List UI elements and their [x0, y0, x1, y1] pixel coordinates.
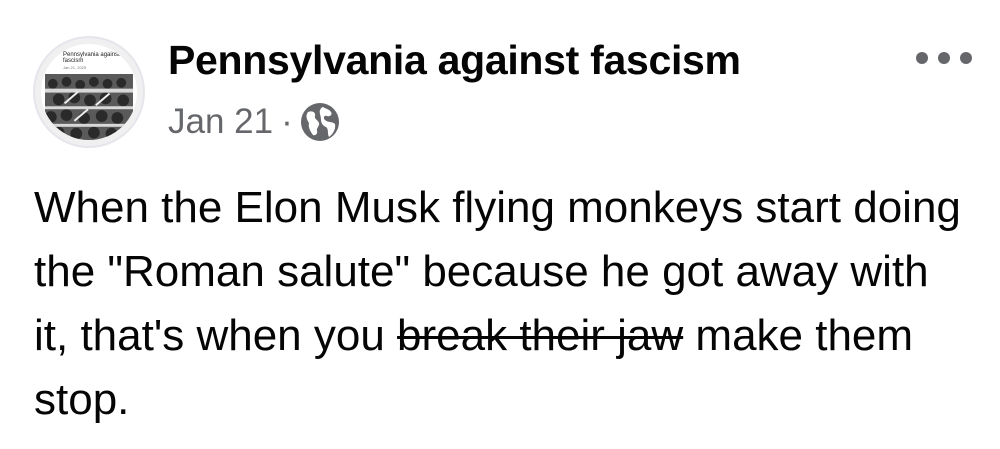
- post-text-strikethrough: break their jaw: [397, 311, 684, 360]
- globe-icon[interactable]: [299, 101, 341, 143]
- post-text: When the Elon Musk flying monkeys start …: [34, 176, 974, 432]
- post-meta: Jan 21 ·: [168, 100, 341, 144]
- avatar-caption: Pennsylvania against fascism Jan 21, 202…: [63, 52, 123, 71]
- avatar-image: Pennsylvania against fascism Jan 21, 202…: [41, 44, 137, 140]
- page-name-link[interactable]: Pennsylvania against fascism: [168, 37, 741, 84]
- meta-separator: ·: [281, 102, 293, 141]
- more-dot: [916, 52, 928, 64]
- crowd-photo: [45, 74, 133, 140]
- more-dot: [960, 52, 972, 64]
- post-date-link[interactable]: Jan 21: [168, 102, 273, 142]
- facebook-post: Pennsylvania against fascism Jan 21, 202…: [0, 0, 1000, 449]
- more-options-button[interactable]: [916, 47, 972, 69]
- page-avatar[interactable]: Pennsylvania against fascism Jan 21, 202…: [33, 36, 145, 148]
- avatar-caption-date: Jan 21, 2025: [63, 65, 87, 70]
- more-dot: [938, 52, 950, 64]
- avatar-caption-line2: fascism: [63, 58, 84, 64]
